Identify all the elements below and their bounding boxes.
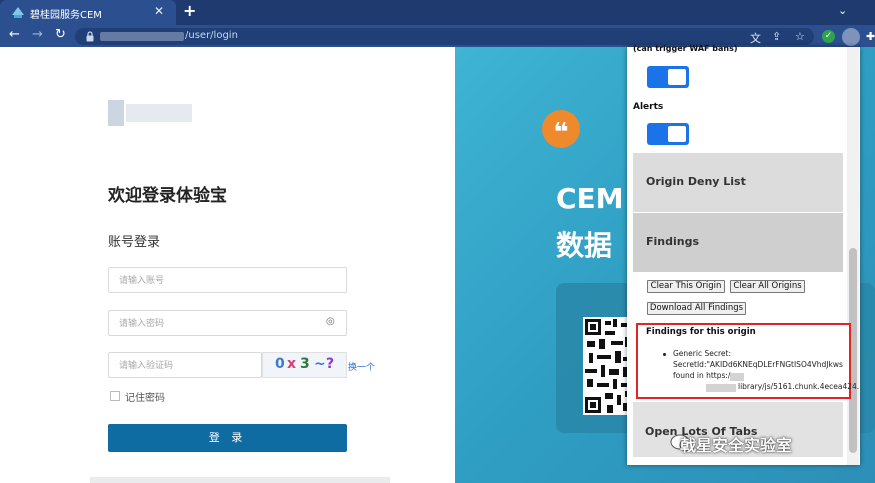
- profile-avatar-icon[interactable]: [842, 28, 860, 46]
- clear-this-origin-button[interactable]: Clear This Origin: [647, 280, 725, 293]
- page-title: 欢迎登录体验宝: [108, 186, 227, 206]
- username-placeholder: 请输入账号: [119, 276, 165, 286]
- alerts-toggle-knob: [668, 126, 686, 142]
- captcha-char: x: [287, 356, 297, 372]
- extension-icon[interactable]: ✓: [822, 30, 835, 43]
- url-host-redacted: [100, 32, 184, 41]
- footer-copyright-redacted: [90, 477, 390, 483]
- findings-title: Findings for this origin: [646, 327, 756, 337]
- captcha-image[interactable]: 0 x 3 ~ ?: [262, 352, 347, 378]
- star-icon[interactable]: ☆: [795, 30, 805, 43]
- password-placeholder: 请输入密码: [119, 319, 165, 329]
- remember-password-label[interactable]: 记住密码: [125, 389, 165, 404]
- back-arrow-icon[interactable]: ←: [9, 27, 20, 43]
- tab-close-icon[interactable]: ✕: [154, 4, 164, 18]
- company-logo-text-redacted: [126, 104, 192, 122]
- download-all-findings-button[interactable]: Download All Findings: [647, 302, 746, 315]
- captcha-char: ~: [314, 356, 326, 372]
- findings-section[interactable]: Findings: [633, 213, 843, 272]
- site-favicon-icon: [12, 7, 24, 18]
- captcha-placeholder: 请输入验证码: [119, 361, 174, 371]
- captcha-char: 0: [275, 356, 285, 372]
- reload-icon[interactable]: ↻: [55, 27, 66, 43]
- hero-heading-line1: CEM: [556, 182, 624, 215]
- tab-title: 碧桂园服务CEM: [30, 10, 102, 21]
- url-path: /user/login: [185, 30, 238, 41]
- forward-arrow-icon[interactable]: →: [32, 27, 43, 43]
- findings-label: Findings: [646, 235, 700, 248]
- watermark-text: 戟星安全实验室: [680, 436, 793, 455]
- lock-icon[interactable]: [86, 31, 94, 42]
- finding-location: found in https:/: [673, 371, 731, 380]
- login-panel: [0, 47, 455, 483]
- remember-password-checkbox[interactable]: [110, 391, 120, 401]
- account-login-tab[interactable]: 账号登录: [108, 231, 160, 250]
- finding-file: library/js/5161.chunk.4ecea424.: [738, 382, 860, 391]
- hero-heading-line2: 数据: [556, 229, 613, 262]
- hide-password-icon[interactable]: ◎: [326, 316, 335, 327]
- password-input[interactable]: 请输入密码 ◎: [108, 310, 347, 336]
- captcha-refresh-link[interactable]: 换一个: [348, 360, 375, 373]
- captcha-input[interactable]: 请输入验证码: [108, 352, 262, 378]
- captcha-char: 3: [300, 356, 310, 372]
- share-icon[interactable]: ⇪: [772, 30, 781, 43]
- qr-code-icon: [583, 317, 633, 415]
- finding-secret: SecretId:"AKIDd6KNEqDLErFNGtISO4VhdJkws: [673, 360, 843, 369]
- company-logo-icon: [108, 100, 124, 126]
- alerts-label: Alerts: [633, 102, 664, 112]
- puzzle-icon[interactable]: ✚: [866, 30, 875, 43]
- quote-icon: ❝: [542, 110, 580, 148]
- username-input[interactable]: 请输入账号: [108, 267, 347, 293]
- waf-label: (can trigger WAF bans): [633, 44, 738, 53]
- origin-deny-list-section[interactable]: Origin Deny List: [633, 153, 843, 212]
- login-button[interactable]: 登 录: [108, 424, 347, 452]
- waf-toggle-knob: [668, 69, 686, 85]
- captcha-char: ?: [326, 356, 335, 372]
- origin-deny-list-label: Origin Deny List: [646, 175, 746, 188]
- finding-path-redacted: [706, 384, 736, 392]
- finding-host-redacted: [730, 373, 744, 381]
- new-tab-button[interactable]: +: [183, 1, 196, 20]
- finding-bullet: [663, 353, 666, 356]
- finding-type: Generic Secret:: [673, 349, 731, 358]
- translate-icon[interactable]: 文: [750, 30, 761, 46]
- tab-search-icon[interactable]: ⌄: [838, 4, 847, 17]
- clear-all-origins-button[interactable]: Clear All Origins: [730, 280, 805, 293]
